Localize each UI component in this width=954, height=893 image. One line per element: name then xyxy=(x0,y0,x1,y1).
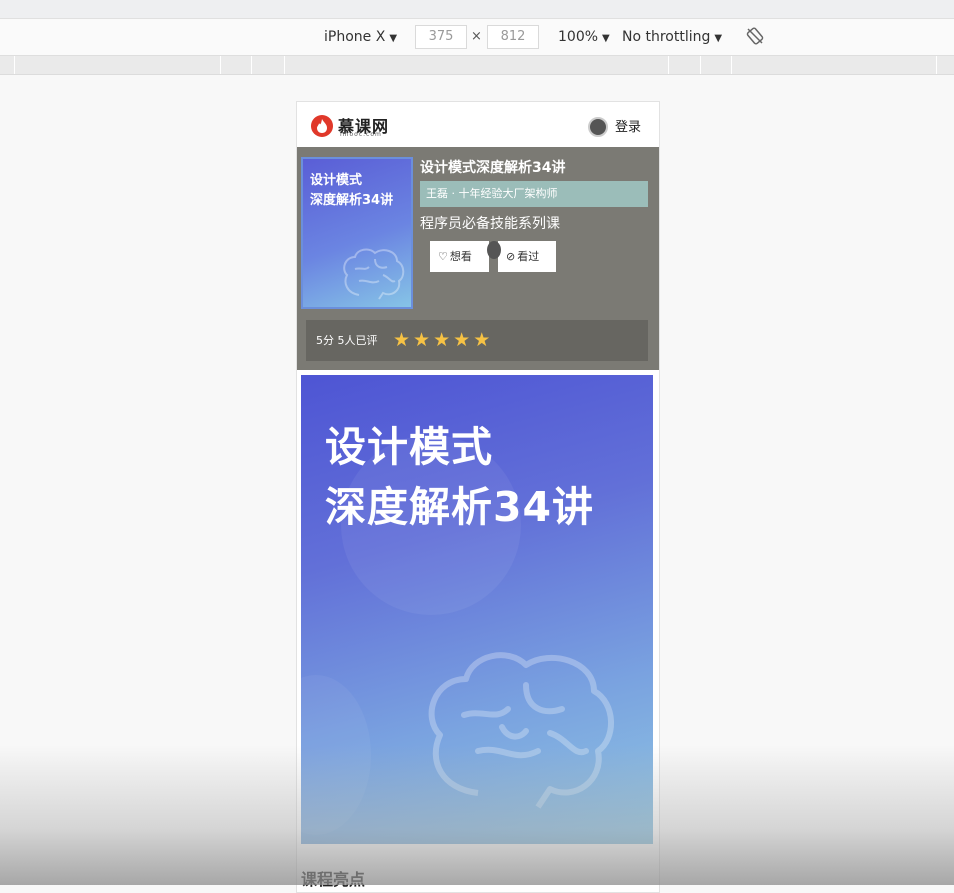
device-select[interactable]: iPhone X ▼ xyxy=(324,19,397,55)
seen-label: 看过 xyxy=(517,250,540,263)
throttling-label: No throttling xyxy=(622,29,711,45)
rating-text: 5分 5人已评 xyxy=(316,334,378,347)
throttling-select[interactable]: No throttling ▼ xyxy=(622,19,722,55)
rating-stars: ★ ★ ★ ★ ★ xyxy=(393,320,493,363)
check-circle-icon: ⊘ xyxy=(506,250,516,263)
mouse-cursor-icon xyxy=(487,241,501,259)
course-banner[interactable]: 设计模式 深度解析34讲 xyxy=(301,375,653,844)
chevron-down-icon: ▼ xyxy=(714,33,723,44)
cover-title: 设计模式 深度解析34讲 xyxy=(310,173,394,208)
brain-icon xyxy=(428,652,614,809)
star-icon: ★ xyxy=(433,329,451,351)
chevron-down-icon: ▼ xyxy=(389,33,398,44)
login-link[interactable]: 登录 xyxy=(615,116,641,135)
phone-viewport: 慕课网 imooc.com 登录 设计模式 深度解析34讲 设计模式深度解析34… xyxy=(296,101,660,893)
star-icon: ★ xyxy=(393,329,411,351)
width-input[interactable]: 375 xyxy=(415,25,467,49)
device-toolbar: iPhone X ▼ 375 × 812 100% ▼ No throttling ▼ xyxy=(0,19,954,56)
banner-title: 设计模式 深度解析34讲 xyxy=(325,423,595,531)
want-to-watch-button[interactable]: ♡ 想看 xyxy=(430,241,489,272)
course-tagline: 程序员必备技能系列课 xyxy=(420,216,560,232)
chevron-down-icon: ▼ xyxy=(602,33,610,44)
star-icon: ★ xyxy=(473,329,491,351)
course-info-panel: 设计模式 深度解析34讲 设计模式深度解析34讲 王磊 · 十年经验大厂架构师 … xyxy=(297,147,659,370)
brain-icon xyxy=(343,248,405,300)
course-title: 设计模式深度解析34讲 xyxy=(420,160,566,176)
rating-bar: 5分 5人已评 ★ ★ ★ ★ ★ xyxy=(306,320,648,361)
rotate-icon[interactable] xyxy=(746,27,764,45)
height-input[interactable]: 812 xyxy=(487,25,539,49)
site-header: 慕课网 imooc.com 登录 xyxy=(297,102,659,147)
device-label: iPhone X xyxy=(324,29,386,45)
user-avatar-icon[interactable] xyxy=(588,117,608,137)
zoom-label: 100% xyxy=(558,29,599,45)
want-label: 想看 xyxy=(449,250,472,263)
star-icon: ★ xyxy=(413,329,431,351)
dimension-separator: × xyxy=(471,29,482,44)
logo-domain: imooc.com xyxy=(340,131,382,138)
heart-icon: ♡ xyxy=(438,250,448,263)
course-cover[interactable]: 设计模式 深度解析34讲 xyxy=(301,157,413,309)
media-query-ruler[interactable] xyxy=(0,56,954,75)
section-title: 课程亮点 xyxy=(301,870,366,889)
devtools-top-strip xyxy=(0,0,954,19)
zoom-select[interactable]: 100% ▼ xyxy=(558,19,610,55)
flame-logo-icon[interactable] xyxy=(311,115,333,137)
teacher-info: 王磊 · 十年经验大厂架构师 xyxy=(420,181,648,207)
star-icon: ★ xyxy=(453,329,471,351)
watched-button[interactable]: ⊘ 看过 xyxy=(498,241,556,272)
